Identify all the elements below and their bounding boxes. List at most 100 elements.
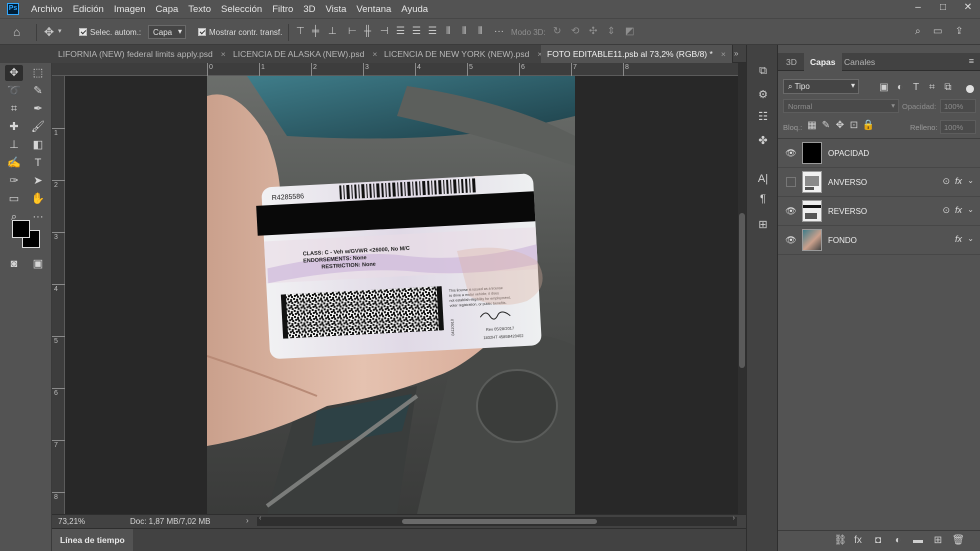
maximize-icon[interactable]: □ — [937, 2, 949, 14]
scroll-left-icon[interactable]: ‹ — [259, 515, 261, 522]
tab-california[interactable]: LIFORNIA (NEW) federal limits apply.psd × — [52, 45, 233, 63]
lasso-tool-icon[interactable]: ➰ — [5, 83, 23, 99]
pen-tool-icon[interactable]: ✑ — [5, 173, 23, 189]
opacity-input[interactable]: 100% — [940, 99, 976, 113]
distribute-hcenter-icon[interactable]: ⦀ — [462, 26, 466, 38]
fx-icon[interactable]: fx — [955, 176, 962, 186]
brush-tool-icon[interactable]: 🖌 — [29, 119, 47, 135]
slide-3d-icon[interactable]: ⇕ — [607, 26, 615, 38]
scrollbar-thumb[interactable] — [402, 519, 597, 524]
panel-menu-icon[interactable]: ≡ — [969, 56, 974, 66]
chevron-down-icon[interactable]: ⌄ — [967, 205, 974, 214]
close-icon[interactable]: × — [721, 49, 726, 59]
add-style-icon[interactable]: fx — [852, 535, 864, 547]
fx-icon[interactable]: fx — [955, 205, 962, 215]
status-arrow-icon[interactable]: › — [246, 516, 249, 525]
filter-type-icon[interactable]: T — [910, 82, 922, 94]
chevron-down-icon[interactable]: ▾ — [58, 26, 62, 38]
rectangle-tool-icon[interactable]: ▭ — [5, 191, 23, 207]
tabs-overflow-icon[interactable]: » — [734, 49, 738, 58]
clone-stamp-tool-icon[interactable]: ⊥ — [5, 137, 23, 153]
close-icon[interactable]: × — [372, 49, 377, 59]
menu-edicion[interactable]: Edición — [73, 4, 104, 15]
move-tool-icon[interactable]: ✥ — [44, 26, 54, 38]
distribute-top-icon[interactable]: ☰ — [396, 26, 405, 38]
layer-row-opacidad[interactable]: 👁 OPACIDAD — [778, 139, 980, 168]
layer-filter-dropdown[interactable]: ⌕ Tipo ▾ — [783, 79, 859, 94]
layer-name[interactable]: FONDO — [828, 236, 857, 245]
more-options-icon[interactable]: ··· — [494, 26, 504, 38]
layer-row-fondo[interactable]: 👁 FONDO fx ⌄ — [778, 226, 980, 255]
link-layers-icon[interactable]: ⛓ — [834, 535, 847, 547]
align-right-icon[interactable]: ⊣ — [380, 26, 389, 38]
visibility-eye-icon[interactable]: 👁 — [785, 148, 797, 158]
layer-row-reverso[interactable]: 👁 REVERSO ⊙ fx ⌄ — [778, 197, 980, 226]
lock-position-icon[interactable]: ✥ — [834, 120, 846, 132]
align-top-icon[interactable]: ⊤ — [296, 26, 305, 38]
new-adjustment-layer-icon[interactable]: ◐ — [892, 535, 904, 547]
close-icon[interactable]: × — [221, 49, 226, 59]
menu-capa[interactable]: Capa — [156, 4, 179, 15]
align-left-icon[interactable]: ⊢ — [348, 26, 357, 38]
layer-row-anverso[interactable]: ANVERSO ⊙ fx ⌄ — [778, 168, 980, 197]
adjustments-icon[interactable]: ⚙ — [755, 87, 771, 103]
foreground-color-swatch-top[interactable] — [12, 220, 30, 238]
layer-name[interactable]: REVERSO — [828, 207, 867, 216]
distribute-right-icon[interactable]: ⦀ — [478, 26, 482, 38]
visibility-eye-icon[interactable]: 👁 — [785, 235, 797, 245]
horizontal-scrollbar[interactable]: ‹ › — [257, 515, 737, 526]
layer-name[interactable]: ANVERSO — [828, 178, 867, 187]
type-tool-icon[interactable]: T — [29, 155, 47, 171]
show-transform-checkbox[interactable] — [198, 28, 206, 36]
delete-layer-icon[interactable]: 🗑 — [952, 535, 965, 547]
filter-adjustment-icon[interactable]: ◐ — [894, 82, 906, 94]
menu-ayuda[interactable]: Ayuda — [401, 4, 428, 15]
roll-3d-icon[interactable]: ⟲ — [571, 26, 579, 38]
zoom-level[interactable]: 73,21% — [58, 517, 85, 526]
chevron-down-icon[interactable]: ⌄ — [967, 234, 974, 243]
tab-foto-editable[interactable]: FOTO EDITABLE11.psb al 73,2% (RGB/8) * × — [541, 45, 733, 63]
new-group-icon[interactable]: ▬ — [912, 535, 924, 547]
distribute-left-icon[interactable]: ⦀ — [446, 26, 450, 38]
menu-vista[interactable]: Vista — [325, 4, 346, 15]
healing-brush-tool-icon[interactable]: ✚ — [5, 119, 23, 135]
brush-settings-icon[interactable]: ✤ — [755, 133, 771, 149]
blend-mode-dropdown[interactable]: Normal ▾ — [783, 99, 899, 113]
properties-icon[interactable]: ☷ — [755, 109, 771, 125]
tools-panel-header[interactable] — [0, 45, 52, 63]
pan-3d-icon[interactable]: ✣ — [589, 26, 597, 38]
move-tool-icon[interactable]: ✥ — [5, 65, 23, 81]
orbit-3d-icon[interactable]: ↻ — [553, 26, 561, 38]
filter-smart-object-icon[interactable]: ⧉ — [942, 82, 954, 94]
lock-all-icon[interactable]: 🔒 — [862, 120, 874, 132]
menu-imagen[interactable]: Imagen — [114, 4, 146, 15]
eraser-tool-icon[interactable]: ◧ — [29, 137, 47, 153]
tab-timeline[interactable]: Línea de tiempo — [52, 529, 133, 551]
lock-artboard-icon[interactable]: ⊡ — [848, 120, 860, 132]
layer-name[interactable]: OPACIDAD — [828, 149, 869, 158]
history-icon[interactable]: ⧉ — [755, 63, 771, 79]
share-icon[interactable]: ⇪ — [955, 26, 963, 38]
close-icon[interactable]: ✕ — [962, 2, 974, 14]
align-vertical-center-icon[interactable]: ╪ — [312, 26, 319, 38]
lock-image-icon[interactable]: ✎ — [820, 120, 832, 132]
menu-seleccion[interactable]: Selección — [221, 4, 262, 15]
quick-mask-icon[interactable]: ◙ — [5, 256, 23, 272]
menu-ventana[interactable]: Ventana — [356, 4, 391, 15]
menu-texto[interactable]: Texto — [188, 4, 211, 15]
fx-icon[interactable]: fx — [955, 234, 962, 244]
fill-input[interactable]: 100% — [940, 120, 976, 134]
distribute-vcenter-icon[interactable]: ☰ — [412, 26, 421, 38]
minimize-icon[interactable]: – — [912, 2, 924, 14]
filter-shape-icon[interactable]: ⌗ — [926, 82, 938, 94]
align-bottom-icon[interactable]: ⊥ — [328, 26, 337, 38]
home-icon[interactable]: ⌂ — [13, 26, 20, 38]
menu-3d[interactable]: 3D — [303, 4, 315, 15]
menu-archivo[interactable]: Archivo — [31, 4, 63, 15]
menu-filtro[interactable]: Filtro — [272, 4, 293, 15]
character-icon[interactable]: A| — [755, 171, 771, 187]
workspace-icon[interactable]: ▭ — [933, 26, 942, 38]
align-horizontal-center-icon[interactable]: ╫ — [364, 26, 371, 38]
scrollbar-thumb[interactable] — [739, 213, 745, 368]
distribute-bottom-icon[interactable]: ☰ — [428, 26, 437, 38]
